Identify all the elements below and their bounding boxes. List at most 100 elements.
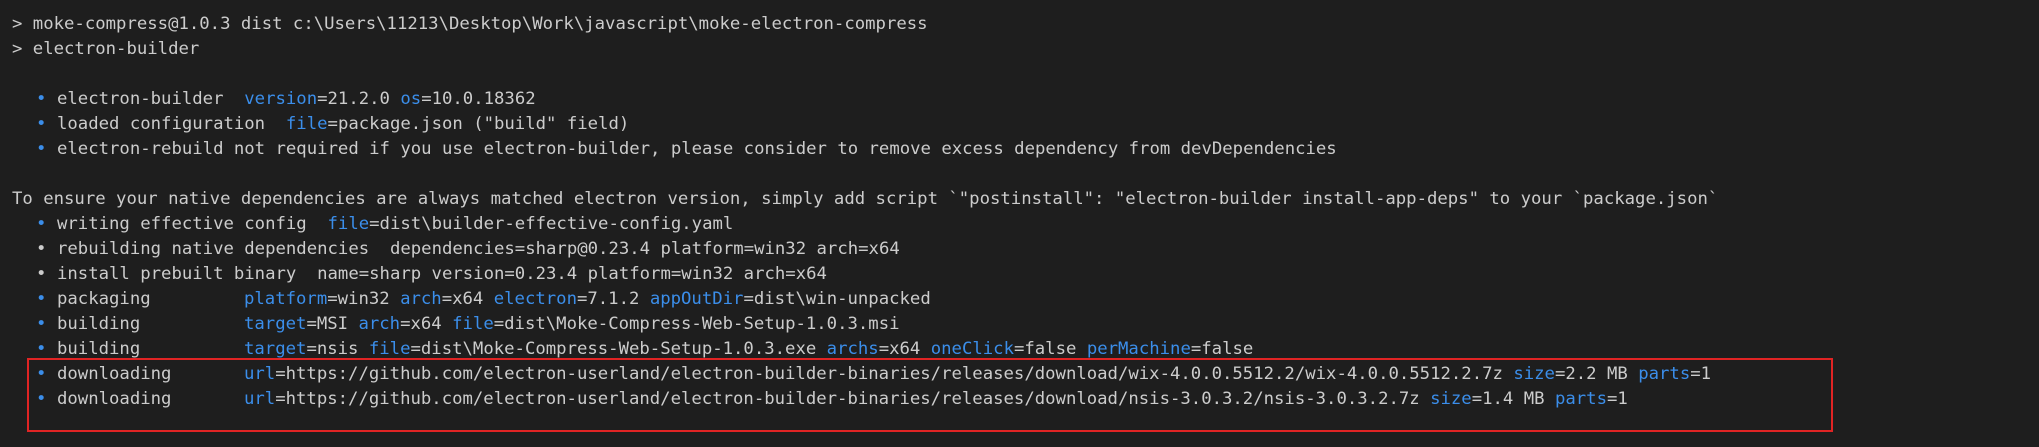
log-label: packaging: [57, 289, 151, 309]
terminal-line: > electron-builder: [12, 37, 199, 62]
bullet-icon: •: [36, 314, 47, 334]
param-value: dist\Moke-Compress-Web-Setup-1.0.3.msi: [504, 314, 900, 334]
log-params: target=nsis file=dist\Moke-Compress-Web-…: [244, 337, 1253, 362]
param-value: dist\win-unpacked: [753, 289, 931, 309]
param-key: arch: [400, 289, 442, 309]
param-equals: =: [493, 314, 505, 334]
param-key: electron: [493, 289, 577, 309]
terminal-line: To ensure your native dependencies are a…: [12, 187, 1718, 212]
bullet-icon: •: [36, 89, 47, 109]
param-value: dist\Moke-Compress-Web-Setup-1.0.3.exe: [420, 339, 817, 359]
terminal-line: • electron-rebuild not required if you us…: [12, 137, 1358, 162]
terminal-line: > moke-compress@1.0.3 dist c:\Users\1121…: [12, 12, 928, 37]
param-value: x64: [889, 339, 921, 359]
terminal-line: • building target=MSI arch=x64 file=dist\M…: [12, 312, 900, 337]
bullet-icon: •: [36, 139, 47, 159]
param-key: os: [400, 89, 422, 109]
param-key: parts: [1554, 389, 1607, 409]
param-value: MSI: [316, 314, 349, 334]
param-value: dist\builder-effective-config.yaml: [379, 214, 734, 234]
param-value: win32: [337, 289, 390, 309]
terminal-line: • electron-builder version=21.2.0 os=10.0…: [12, 87, 536, 112]
log-params-text: dependencies=sharp@0.23.4 platform=win32…: [389, 239, 900, 259]
log-label: downloading: [57, 364, 172, 384]
log-label: electron-rebuild not required if you use…: [57, 139, 1337, 159]
param-key: arch: [358, 314, 401, 334]
param-equals: =: [1607, 389, 1618, 409]
param-equals: =: [1690, 364, 1701, 384]
log-label: building: [57, 314, 141, 334]
param-value: 1.4 MB: [1482, 389, 1545, 409]
log-label: electron-builder: [57, 89, 224, 109]
param-value: 21.2.0: [327, 89, 390, 109]
prompt-line-text: > electron-builder: [12, 39, 200, 59]
param-value: 7.1.2: [587, 289, 640, 309]
param-equals: =: [327, 114, 338, 134]
info-line-text: To ensure your native dependencies are a…: [12, 189, 1719, 209]
param-equals: =: [400, 314, 411, 334]
param-key: target: [244, 314, 307, 334]
param-value: package.json ("build" field): [337, 114, 630, 134]
param-key: file: [368, 339, 411, 359]
param-value: 2.2 MB: [1565, 364, 1628, 384]
param-equals: =: [306, 314, 317, 334]
param-equals: =: [743, 289, 754, 309]
terminal-line: • downloading url=https://github.com/elect…: [12, 387, 1628, 412]
param-key: oneClick: [930, 339, 1014, 359]
bullet-icon: •: [36, 114, 47, 134]
terminal-line: • install prebuilt binary name=sharp vers…: [12, 262, 827, 287]
bullet-icon: •: [36, 214, 47, 234]
bullet-icon: •: [36, 364, 47, 384]
param-equals: =: [576, 289, 588, 309]
bullet-icon: •: [36, 289, 47, 309]
terminal-line: • packaging platform=win32 arch=x64 electr…: [12, 287, 931, 312]
terminal-line: • loaded configuration file=package.json …: [12, 112, 629, 137]
param-value: 10.0.18362: [431, 89, 536, 109]
param-key: file: [452, 314, 494, 334]
param-value: 1: [1617, 389, 1628, 409]
terminal-output[interactable]: > moke-compress@1.0.3 dist c:\Users\1121…: [0, 0, 2039, 447]
param-key: platform: [244, 289, 328, 309]
param-equals: =: [275, 364, 286, 384]
log-label: loaded configuration: [57, 114, 266, 134]
param-value: nsis: [316, 339, 359, 359]
log-params: target=MSI arch=x64 file=dist\Moke-Compr…: [244, 312, 900, 337]
log-label: install prebuilt binary: [57, 264, 297, 284]
param-key: parts: [1638, 364, 1691, 384]
prompt-line-text: > moke-compress@1.0.3 dist c:\Users\1121…: [12, 14, 928, 34]
log-label: downloading: [57, 389, 172, 409]
param-equals: =: [306, 339, 317, 359]
param-value: x64: [410, 314, 442, 334]
param-equals: =: [410, 339, 421, 359]
param-equals: =: [421, 89, 432, 109]
param-key: archs: [826, 339, 879, 359]
terminal-line: • building target=nsis file=dist\Moke-Comp…: [12, 337, 1253, 362]
param-key: version: [244, 89, 318, 109]
param-equals: =: [1471, 389, 1483, 409]
param-value: false: [1024, 339, 1077, 359]
log-params: platform=win32 arch=x64 electron=7.1.2 a…: [244, 287, 931, 312]
param-equals: =: [1190, 339, 1202, 359]
terminal-line: • downloading url=https://github.com/elect…: [12, 362, 1711, 387]
log-label: writing effective config: [57, 214, 307, 234]
terminal-line: • writing effective config file=dist\buil…: [12, 212, 733, 237]
param-equals: =: [275, 389, 286, 409]
param-key: size: [1430, 389, 1472, 409]
log-params-text: name=sharp version=0.23.4 platform=win32…: [317, 264, 827, 284]
param-key: size: [1513, 364, 1555, 384]
param-value: https://github.com/electron-userland/ele…: [285, 364, 1503, 384]
param-key: target: [244, 339, 307, 359]
param-value: 1: [1700, 364, 1712, 384]
param-key: appOutDir: [649, 289, 744, 309]
bullet-icon: •: [36, 264, 47, 284]
param-equals: =: [317, 89, 328, 109]
param-equals: =: [369, 214, 380, 234]
terminal-line: • rebuilding native dependencies dependen…: [12, 237, 900, 262]
param-key: perMachine: [1086, 339, 1191, 359]
param-equals: =: [1013, 339, 1025, 359]
param-key: file: [327, 214, 370, 234]
log-label: building: [57, 339, 141, 359]
param-equals: =: [327, 289, 338, 309]
param-value: false: [1201, 339, 1254, 359]
param-equals: =: [878, 339, 890, 359]
